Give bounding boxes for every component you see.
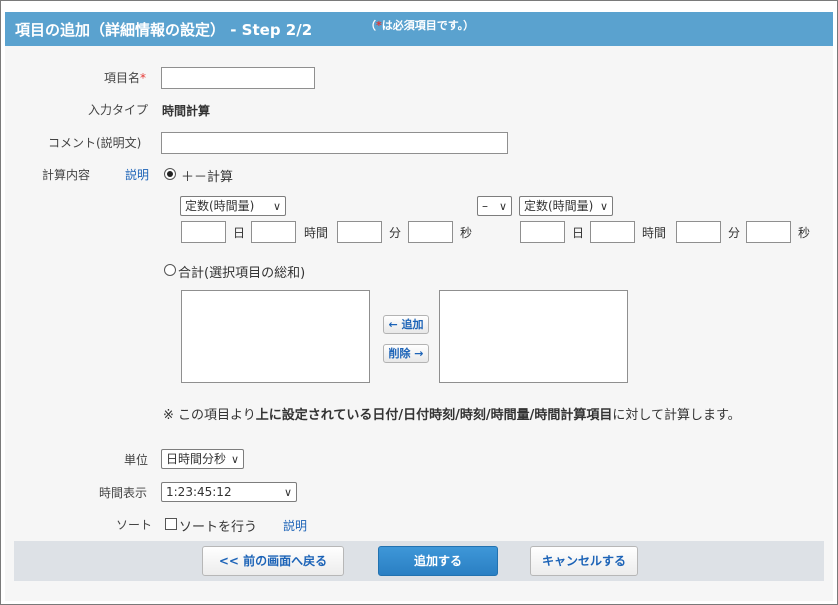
back-button[interactable]: << 前の画面へ戻る xyxy=(202,546,344,576)
calc-notice-bold: 上に設定されている日付/日付時刻/時刻/時間量/時間計算項目 xyxy=(255,408,613,423)
sort-checkbox-label: ソートを行う xyxy=(179,520,258,535)
left-minute-input[interactable] xyxy=(337,221,382,243)
item-name-label-text: 項目名 xyxy=(104,71,141,85)
remove-item-button[interactable]: 削除 → xyxy=(383,344,429,363)
unit-label: 単位 xyxy=(124,453,149,467)
add-button[interactable]: 追加する xyxy=(378,546,498,576)
unit-select[interactable]: 日時間分秒 ∨ xyxy=(161,449,244,469)
left-day-unit: 日 xyxy=(233,226,246,240)
cancel-button[interactable]: キャンセルする xyxy=(530,546,638,576)
sum-radio[interactable] xyxy=(164,264,176,276)
sort-checkbox[interactable] xyxy=(165,518,177,530)
calc-notice: ※ この項目より上に設定されている日付/日付時刻/時刻/時間量/時間計算項目に対… xyxy=(163,404,741,423)
plus-minus-radio[interactable] xyxy=(164,168,176,180)
calc-notice-prefix: ※ この項目より xyxy=(163,408,256,423)
sort-help-link[interactable]: 説明 xyxy=(283,517,307,534)
left-second-input[interactable] xyxy=(408,221,453,243)
add-item-button[interactable]: ← 追加 xyxy=(383,315,429,334)
right-hour-unit: 時間 xyxy=(642,226,667,240)
time-display-select[interactable]: 1:23:45:12 ∨ xyxy=(161,482,297,502)
left-day-input[interactable] xyxy=(181,221,226,243)
required-mark: * xyxy=(140,71,147,85)
left-second-unit: 秒 xyxy=(460,226,473,240)
right-second-input[interactable] xyxy=(746,221,791,243)
right-minute-unit: 分 xyxy=(728,226,741,240)
dialog-frame: 項目の追加（詳細情報の設定） - Step 2/2 （*は必須項目です。） 項目… xyxy=(0,0,838,605)
right-minute-input[interactable] xyxy=(676,221,721,243)
required-note-text: は必須項目です。） xyxy=(381,19,475,32)
calc-help-link[interactable]: 説明 xyxy=(125,166,149,183)
left-hour-unit: 時間 xyxy=(304,226,329,240)
input-type-value: 時間計算 xyxy=(162,104,211,118)
operator-select[interactable]: – ∨ xyxy=(477,196,512,216)
plus-minus-label: ＋－計算 xyxy=(181,170,234,185)
page-title: 項目の追加（詳細情報の設定） - Step 2/2 xyxy=(15,21,313,39)
chevron-down-icon: ∨ xyxy=(230,453,239,466)
required-note: （*は必須項目です。） xyxy=(365,17,474,33)
right-operand-select[interactable]: 定数(時間量) ∨ xyxy=(519,196,613,216)
item-name-label: 項目名* xyxy=(104,69,146,86)
left-operand-value: 定数(時間量) xyxy=(185,199,255,213)
left-minute-unit: 分 xyxy=(389,226,402,240)
item-name-input[interactable] xyxy=(161,67,315,89)
time-display-value: 1:23:45:12 xyxy=(166,485,232,499)
chevron-down-icon: ∨ xyxy=(272,200,281,213)
sort-label: ソート xyxy=(116,518,153,532)
sum-label: 合計(選択項目の総和) xyxy=(178,266,306,281)
chevron-down-icon: ∨ xyxy=(498,200,507,213)
dialog-header: 項目の追加（詳細情報の設定） - Step 2/2 （*は必須項目です。） xyxy=(5,12,833,46)
chevron-down-icon: ∨ xyxy=(599,200,608,213)
input-type-label: 入力タイプ xyxy=(88,103,149,117)
available-items-list[interactable] xyxy=(181,290,370,383)
chevron-down-icon: ∨ xyxy=(283,486,292,499)
unit-value: 日時間分秒 xyxy=(166,452,227,466)
comment-label: コメント(説明文) xyxy=(48,136,142,150)
right-second-unit: 秒 xyxy=(798,226,811,240)
time-display-label: 時間表示 xyxy=(99,486,148,500)
selected-items-list[interactable] xyxy=(439,290,628,383)
left-hour-input[interactable] xyxy=(251,221,296,243)
operator-value: – xyxy=(482,199,488,213)
right-hour-input[interactable] xyxy=(590,221,635,243)
calc-label: 計算内容 xyxy=(42,168,91,182)
right-operand-value: 定数(時間量) xyxy=(524,199,594,213)
right-day-unit: 日 xyxy=(572,226,585,240)
required-note-open: （ xyxy=(365,19,376,32)
right-day-input[interactable] xyxy=(520,221,565,243)
left-operand-select[interactable]: 定数(時間量) ∨ xyxy=(180,196,286,216)
calc-notice-suffix: に対して計算します。 xyxy=(612,408,741,423)
comment-input[interactable] xyxy=(161,132,508,154)
